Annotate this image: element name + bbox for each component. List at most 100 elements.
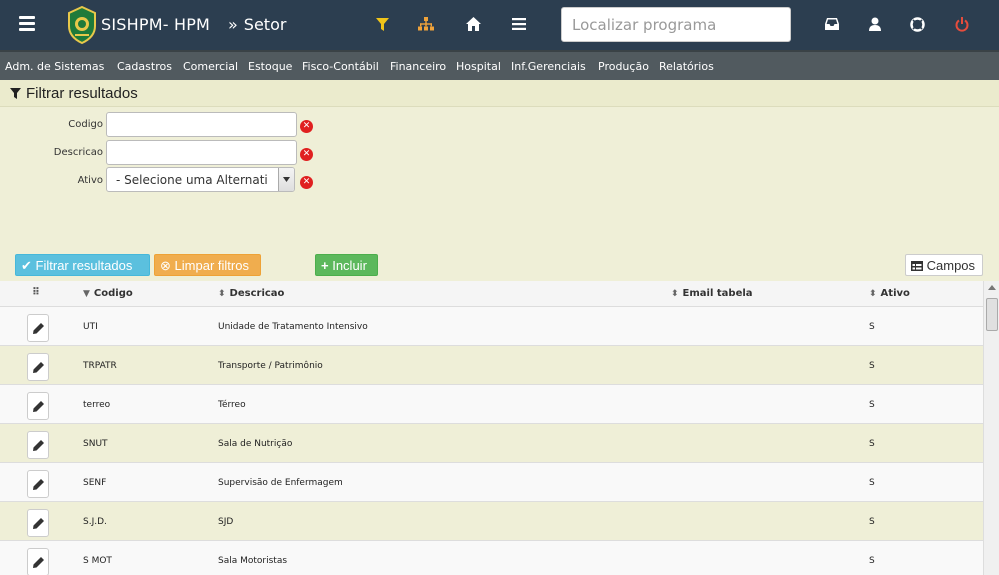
ativo-label: Ativo bbox=[77, 175, 103, 186]
sort-icon: ⬍ bbox=[671, 289, 679, 299]
table-header: ⠿ ▼ Codigo ⬍ Descricao ⬍ Email tabela ⬍ Ativ… bbox=[0, 281, 983, 307]
power-icon[interactable] bbox=[955, 17, 969, 32]
clear-ativo-icon[interactable]: ✕ bbox=[300, 176, 313, 189]
menu-item-comercial[interactable]: Comercial bbox=[183, 60, 238, 73]
logo-emblem-icon bbox=[68, 6, 96, 44]
sort-icon: ⬍ bbox=[869, 289, 877, 299]
menu-item-adm-sistemas[interactable]: Adm. de Sistemas bbox=[5, 60, 104, 73]
list-menu-icon[interactable] bbox=[512, 18, 526, 30]
ativo-select-arrow[interactable] bbox=[278, 168, 294, 191]
add-button-label: Incluir bbox=[332, 258, 367, 273]
check-icon: ✔ bbox=[21, 258, 32, 273]
edit-button[interactable] bbox=[27, 509, 49, 537]
sitemap-icon[interactable] bbox=[418, 17, 434, 31]
menu-item-hospital[interactable]: Hospital bbox=[456, 60, 501, 73]
menu-item-fisco-contabil[interactable]: Fisco-Contábil bbox=[302, 60, 379, 73]
ativo-cell: S bbox=[869, 478, 875, 488]
add-button[interactable]: + Incluir bbox=[315, 254, 378, 276]
table-row[interactable]: UTI Unidade de Tratamento Intensivo S bbox=[0, 307, 983, 346]
column-header-ativo[interactable]: ⬍ Ativo bbox=[869, 288, 910, 299]
codigo-cell: S MOT bbox=[83, 556, 112, 566]
breadcrumb-current: Setor bbox=[243, 15, 287, 34]
edit-button[interactable] bbox=[27, 353, 49, 381]
scrollbar-thumb[interactable] bbox=[986, 298, 998, 331]
filter-panel-header[interactable]: Filtrar resultados bbox=[0, 80, 999, 107]
sort-desc-icon: ▼ bbox=[83, 289, 90, 299]
edit-button[interactable] bbox=[27, 314, 49, 342]
codigo-cell: SNUT bbox=[83, 439, 108, 449]
scroll-up-arrow-icon[interactable] bbox=[988, 285, 996, 290]
codigo-cell: terreo bbox=[83, 400, 111, 410]
descricao-cell: Sala Motoristas bbox=[218, 556, 288, 566]
descricao-cell: Supervisão de Enfermagem bbox=[218, 478, 343, 488]
column-header-email-tabela[interactable]: ⬍ Email tabela bbox=[671, 288, 753, 299]
column-header-codigo[interactable]: ▼ Codigo bbox=[83, 288, 133, 299]
table-row[interactable]: terreo Térreo S bbox=[0, 385, 983, 424]
edit-button[interactable] bbox=[27, 548, 49, 575]
top-navbar: SISHPM- HPM » Setor bbox=[0, 0, 999, 50]
row-actions-icon: ⠿ bbox=[32, 287, 40, 298]
table-scrollbar[interactable] bbox=[983, 281, 999, 575]
ativo-cell: S bbox=[869, 400, 875, 410]
menu-item-producao[interactable]: Produção bbox=[598, 60, 649, 73]
menu-item-estoque[interactable]: Estoque bbox=[248, 60, 292, 73]
column-header-email-label: Email tabela bbox=[682, 288, 753, 299]
table-row[interactable]: S.J.D. SJD S bbox=[0, 502, 983, 541]
home-icon[interactable] bbox=[466, 17, 481, 31]
column-header-descricao-label: Descricao bbox=[229, 288, 285, 299]
pencil-icon bbox=[33, 479, 44, 490]
codigo-label: Codigo bbox=[68, 119, 103, 130]
table-row[interactable]: TRPATR Transporte / Patrimônio S bbox=[0, 346, 983, 385]
descricao-cell: Transporte / Patrimônio bbox=[218, 361, 323, 371]
edit-button[interactable] bbox=[27, 431, 49, 459]
life-ring-icon[interactable] bbox=[910, 17, 925, 32]
ativo-cell: S bbox=[869, 517, 875, 527]
inbox-icon[interactable] bbox=[825, 18, 839, 30]
edit-button[interactable] bbox=[27, 470, 49, 498]
search-program-input[interactable] bbox=[561, 7, 791, 42]
codigo-input[interactable] bbox=[106, 112, 297, 137]
sort-icon: ⬍ bbox=[218, 289, 226, 299]
ativo-cell: S bbox=[869, 361, 875, 371]
ativo-cell: S bbox=[869, 322, 875, 332]
descricao-input[interactable] bbox=[106, 140, 297, 165]
ativo-select-value: - Selecione uma Alternati bbox=[116, 173, 268, 187]
descricao-cell: SJD bbox=[218, 517, 234, 527]
pencil-icon bbox=[33, 518, 44, 529]
descricao-cell: Sala de Nutrição bbox=[218, 439, 293, 449]
edit-button[interactable] bbox=[27, 392, 49, 420]
times-circle-icon: ⊗ bbox=[160, 258, 171, 273]
columns-button[interactable]: Campos bbox=[905, 254, 983, 276]
filter-results-label: Filtrar resultados bbox=[35, 258, 133, 273]
menu-item-inf-gerenciais[interactable]: Inf.Gerenciais bbox=[511, 60, 586, 73]
breadcrumb-separator: » bbox=[228, 15, 238, 34]
ativo-cell: S bbox=[869, 439, 875, 449]
descricao-cell: Unidade de Tratamento Intensivo bbox=[218, 322, 368, 332]
table-row[interactable]: SNUT Sala de Nutrição S bbox=[0, 424, 983, 463]
codigo-cell: SENF bbox=[83, 478, 107, 488]
column-header-descricao[interactable]: ⬍ Descricao bbox=[218, 288, 284, 299]
clear-descricao-icon[interactable]: ✕ bbox=[300, 148, 313, 161]
table-row[interactable]: S MOT Sala Motoristas S bbox=[0, 541, 983, 575]
columns-button-label: Campos bbox=[926, 258, 976, 273]
clear-filters-label: Limpar filtros bbox=[174, 258, 249, 273]
hamburger-menu-icon[interactable] bbox=[19, 16, 35, 32]
menu-item-financeiro[interactable]: Financeiro bbox=[390, 60, 446, 73]
clear-filters-button[interactable]: ⊗ Limpar filtros bbox=[154, 254, 261, 276]
pencil-icon bbox=[33, 401, 44, 412]
ativo-select[interactable]: - Selecione uma Alternati bbox=[106, 167, 295, 192]
filter-icon[interactable] bbox=[376, 18, 389, 31]
descricao-label: Descricao bbox=[53, 147, 103, 158]
ativo-cell: S bbox=[869, 556, 875, 566]
user-icon[interactable] bbox=[869, 17, 881, 31]
table-row[interactable]: SENF Supervisão de Enfermagem S bbox=[0, 463, 983, 502]
codigo-cell: TRPATR bbox=[83, 361, 117, 371]
menu-item-relatorios[interactable]: Relatórios bbox=[659, 60, 714, 73]
sectors-table: ⠿ ▼ Codigo ⬍ Descricao ⬍ Email tabela ⬍ Ativ… bbox=[0, 281, 983, 575]
menu-item-cadastros[interactable]: Cadastros bbox=[117, 60, 172, 73]
filter-results-button[interactable]: ✔ Filtrar resultados bbox=[15, 254, 150, 276]
clear-codigo-icon[interactable]: ✕ bbox=[300, 120, 313, 133]
app-title[interactable]: SISHPM- HPM bbox=[101, 15, 210, 34]
column-header-codigo-label: Codigo bbox=[93, 288, 133, 299]
pencil-icon bbox=[33, 323, 44, 334]
